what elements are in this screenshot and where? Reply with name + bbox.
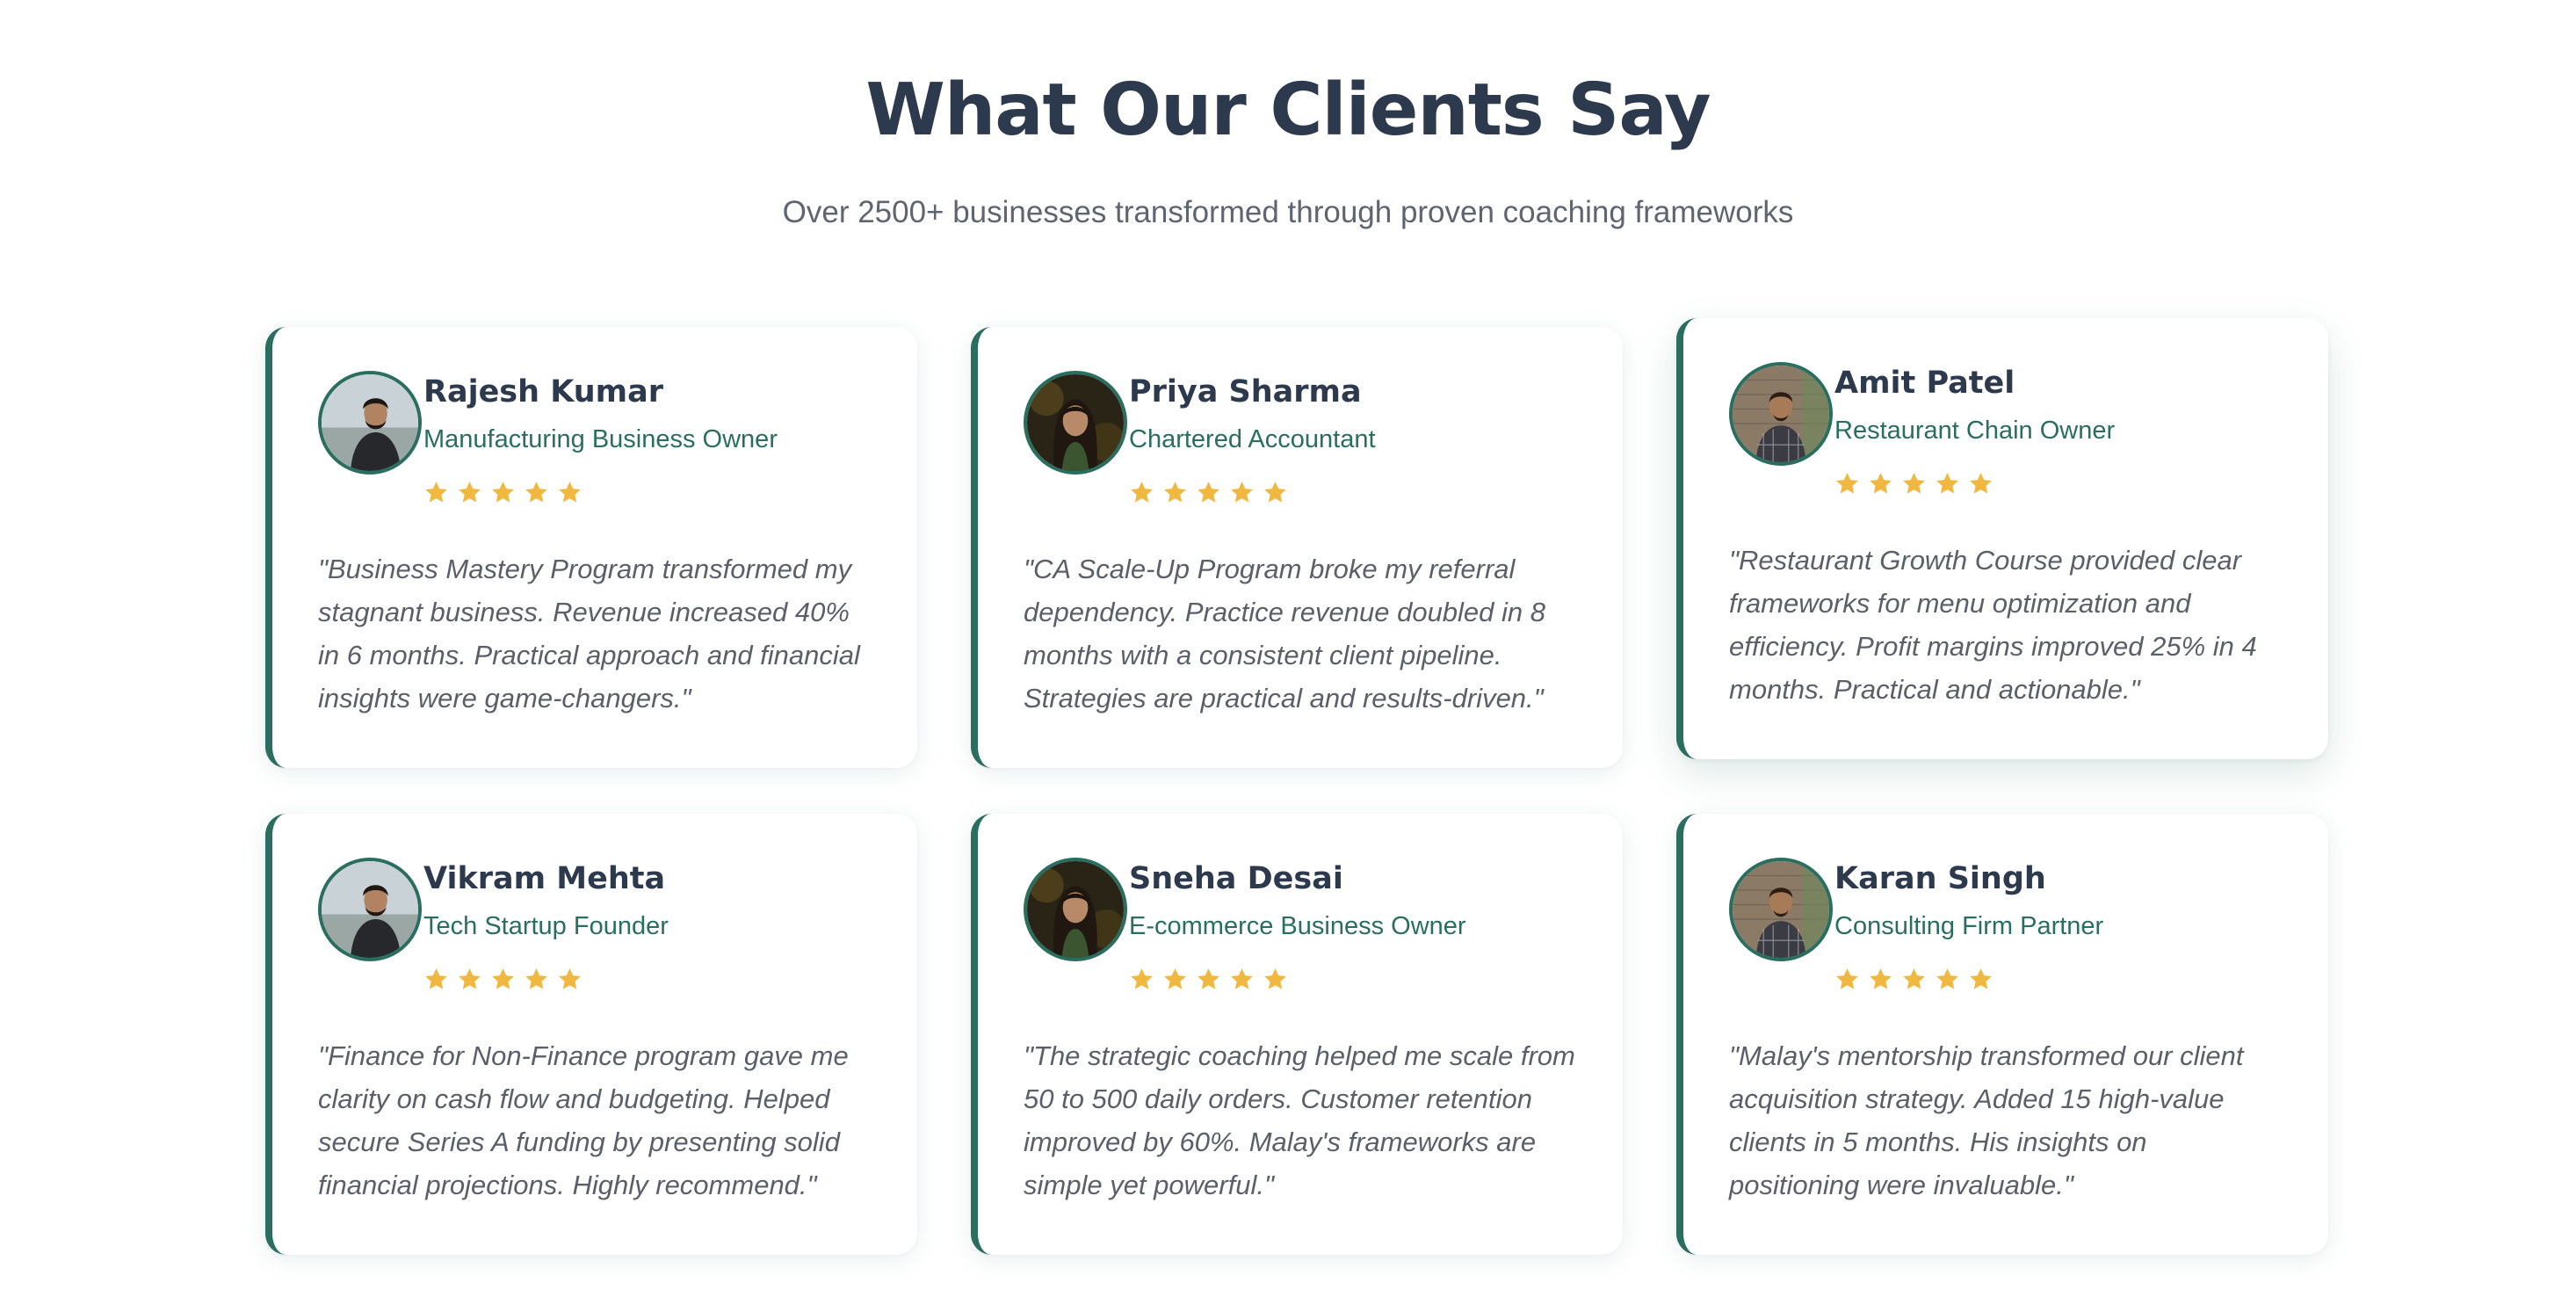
star-icon — [1936, 968, 1958, 989]
star-icon — [425, 482, 447, 503]
star-icon — [1231, 968, 1253, 989]
client-name: Karan Singh — [1834, 861, 2046, 896]
section-title: What Our Clients Say — [865, 69, 1711, 152]
avatar — [318, 858, 422, 961]
client-name: Amit Patel — [1834, 366, 2015, 401]
star-rating — [1129, 967, 1466, 992]
testimonial-card: Priya Sharma Chartered Accountant "CA Sc… — [971, 327, 1623, 768]
star-icon — [492, 482, 514, 503]
client-info: Priya Sharma Chartered Accountant — [1129, 371, 1376, 505]
client-name: Rajesh Kumar — [423, 374, 664, 409]
star-icon — [1198, 482, 1219, 503]
testimonial-card: Vikram Mehta Tech Startup Founder "Finan… — [265, 814, 917, 1255]
testimonial-card: Rajesh Kumar Manufacturing Business Owne… — [265, 327, 917, 768]
star-icon — [559, 482, 581, 503]
client-name: Priya Sharma — [1129, 374, 1362, 409]
testimonial-grid: Rajesh Kumar Manufacturing Business Owne… — [265, 318, 2328, 1255]
star-icon — [1836, 968, 1858, 989]
star-rating — [1834, 967, 2103, 992]
star-rating — [1129, 480, 1376, 505]
client-role: Consulting Firm Partner — [1834, 912, 2104, 940]
card-header: Karan Singh Consulting Firm Partner — [1729, 858, 2283, 992]
card-header: Rajesh Kumar Manufacturing Business Owne… — [318, 371, 872, 505]
star-rating — [423, 967, 669, 992]
avatar — [1729, 858, 1833, 961]
star-icon — [1264, 968, 1286, 989]
client-role: Tech Startup Founder — [423, 912, 669, 940]
star-icon — [1970, 968, 1992, 989]
star-icon — [1231, 482, 1253, 503]
star-icon — [1836, 473, 1858, 494]
star-icon — [1164, 968, 1186, 989]
testimonial-card: Karan Singh Consulting Firm Partner "Mal… — [1676, 814, 2328, 1255]
client-info: Sneha Desai E-commerce Business Owner — [1129, 858, 1466, 992]
card-header: Priya Sharma Chartered Accountant — [1024, 371, 1577, 505]
testimonial-card: Sneha Desai E-commerce Business Owner "T… — [971, 814, 1623, 1255]
client-role: Chartered Accountant — [1129, 425, 1376, 453]
star-icon — [525, 482, 547, 503]
testimonial-card: Amit Patel Restaurant Chain Owner "Resta… — [1676, 318, 2328, 759]
star-icon — [459, 482, 481, 503]
section-subtitle: Over 2500+ businesses transformed throug… — [782, 195, 1794, 229]
client-info: Amit Patel Restaurant Chain Owner — [1834, 362, 2115, 496]
avatar — [1024, 371, 1127, 475]
star-icon — [559, 968, 581, 989]
star-icon — [425, 968, 447, 989]
avatar — [1729, 362, 1833, 466]
star-icon — [1870, 473, 1892, 494]
avatar — [1024, 858, 1127, 961]
star-icon — [1903, 473, 1925, 494]
client-info: Rajesh Kumar Manufacturing Business Owne… — [423, 371, 778, 505]
star-icon — [459, 968, 481, 989]
star-icon — [1970, 473, 1992, 494]
star-icon — [1903, 968, 1925, 989]
star-icon — [1131, 968, 1153, 989]
star-icon — [492, 968, 514, 989]
client-role: Restaurant Chain Owner — [1834, 417, 2116, 445]
card-header: Amit Patel Restaurant Chain Owner — [1729, 362, 2283, 496]
testimonials-section: What Our Clients Say Over 2500+ business… — [0, 0, 2576, 1297]
testimonial-quote: "CA Scale-Up Program broke my referral d… — [1024, 554, 1546, 714]
card-header: Sneha Desai E-commerce Business Owner — [1024, 858, 1577, 992]
client-name: Sneha Desai — [1129, 861, 1343, 896]
star-icon — [1164, 482, 1186, 503]
star-icon — [1198, 968, 1219, 989]
star-rating — [1834, 471, 2115, 496]
star-icon — [1870, 968, 1892, 989]
testimonial-quote: "Malay's mentorship transformed our clie… — [1729, 1040, 2244, 1200]
star-icon — [1131, 482, 1153, 503]
testimonial-quote: "Business Mastery Program transformed my… — [318, 554, 860, 714]
client-name: Vikram Mehta — [423, 861, 666, 896]
client-info: Vikram Mehta Tech Startup Founder — [423, 858, 669, 992]
testimonial-quote: "Finance for Non-Finance program gave me… — [318, 1040, 849, 1200]
star-icon — [525, 968, 547, 989]
star-icon — [1936, 473, 1958, 494]
card-header: Vikram Mehta Tech Startup Founder — [318, 858, 872, 992]
client-role: E-commerce Business Owner — [1129, 912, 1466, 940]
star-rating — [423, 480, 778, 505]
client-role: Manufacturing Business Owner — [423, 425, 778, 453]
testimonial-quote: "The strategic coaching helped me scale … — [1024, 1040, 1575, 1200]
client-info: Karan Singh Consulting Firm Partner — [1834, 858, 2103, 992]
testimonial-quote: "Restaurant Growth Course provided clear… — [1729, 545, 2257, 705]
avatar — [318, 371, 422, 475]
star-icon — [1264, 482, 1286, 503]
